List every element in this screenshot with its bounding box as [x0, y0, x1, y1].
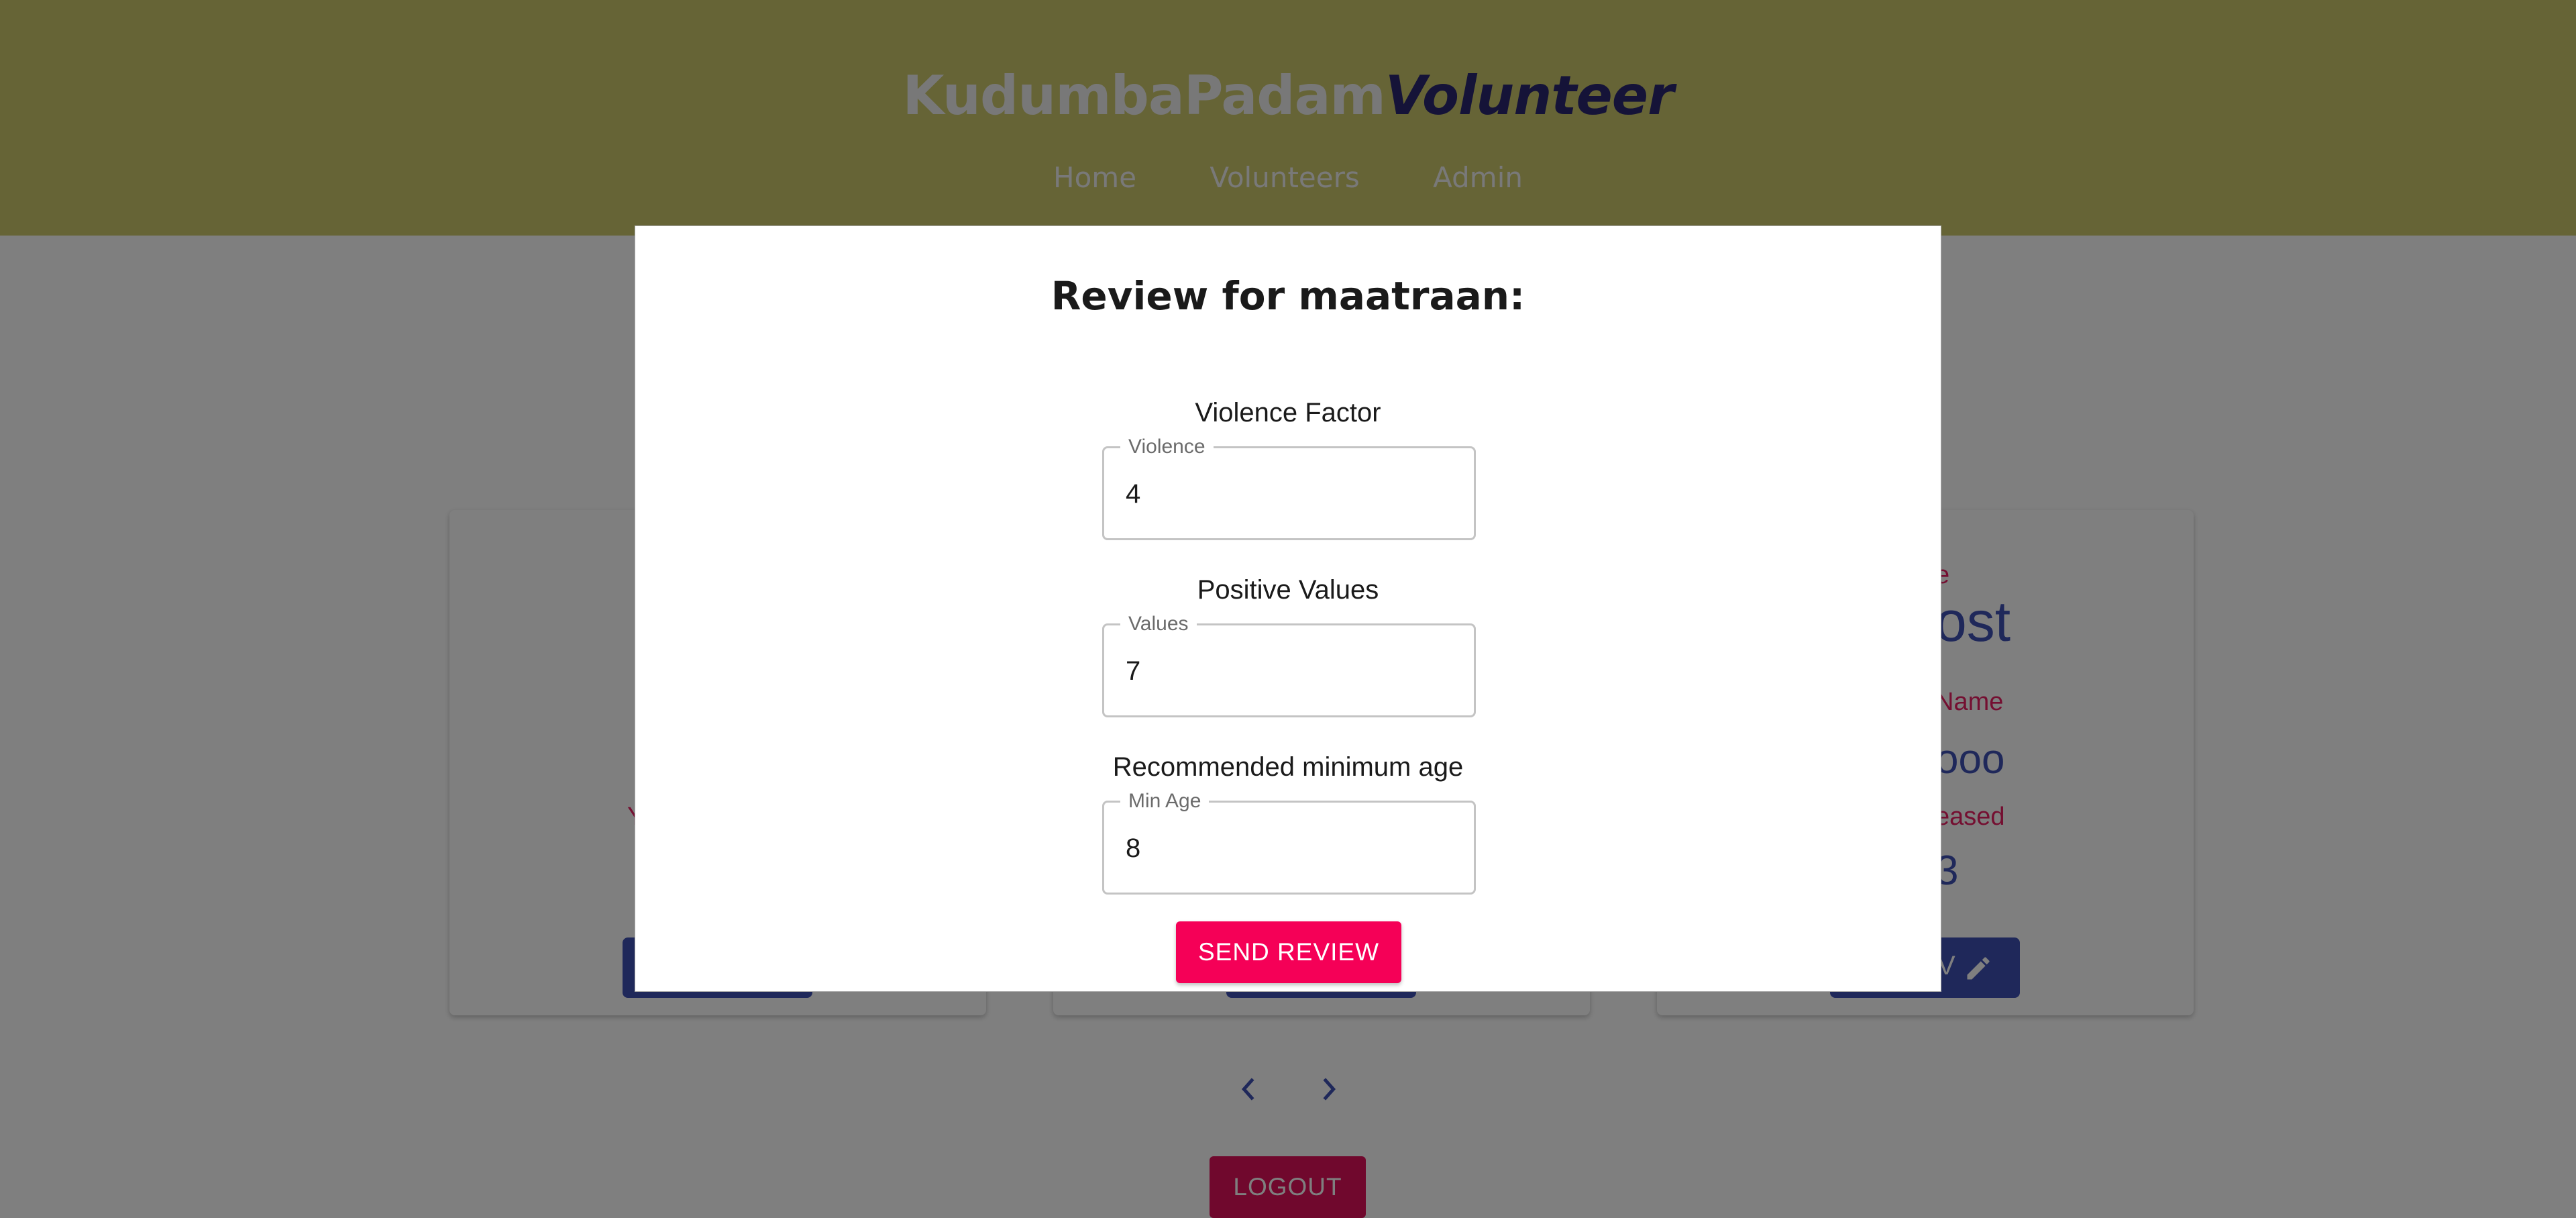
min-age-field[interactable]: Min Age 8	[1102, 788, 1476, 895]
review-modal: Review for maatraan: Violence Factor Vio…	[635, 225, 1941, 992]
violence-field[interactable]: Violence 4	[1102, 434, 1476, 540]
values-heading: Positive Values	[1197, 575, 1379, 605]
violence-field-label: Violence	[1120, 434, 1214, 460]
send-review-button[interactable]: SEND REVIEW	[1176, 921, 1401, 983]
min-age-field-value[interactable]: 8	[1126, 831, 1140, 866]
violence-field-value[interactable]: 4	[1126, 476, 1140, 511]
values-field-label: Values	[1120, 611, 1197, 638]
modal-title: Review for maatraan:	[1051, 273, 1525, 319]
values-field-value[interactable]: 7	[1126, 654, 1140, 689]
violence-heading: Violence Factor	[1195, 398, 1381, 427]
min-age-heading: Recommended minimum age	[1112, 752, 1464, 782]
values-field[interactable]: Values 7	[1102, 611, 1476, 717]
min-age-field-label: Min Age	[1120, 788, 1210, 815]
